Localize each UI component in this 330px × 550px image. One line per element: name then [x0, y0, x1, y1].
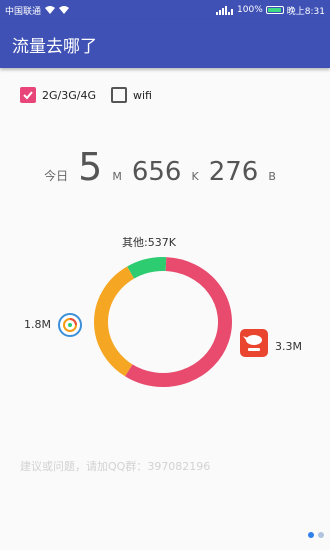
page-dot-active [308, 532, 314, 538]
battery-percent: 100% [237, 5, 263, 15]
donut-slice-0[interactable] [127, 257, 167, 279]
battery-icon [265, 6, 284, 14]
filter-wifi-label: wifi [133, 88, 152, 102]
today-b-unit: B [268, 170, 276, 183]
clock: 晚上8:31 [286, 6, 325, 17]
filter-wifi[interactable]: wifi [111, 87, 152, 103]
today-kb-value: 656 [131, 157, 182, 187]
slice-label-left: 1.8M [24, 318, 51, 331]
filter-mobile-data[interactable]: 2G/3G/4G [20, 87, 96, 103]
tencent-news-icon[interactable] [58, 313, 82, 337]
page-dot [318, 532, 324, 538]
red-app-icon[interactable] [240, 329, 268, 357]
app-bar: 流量去哪了 [0, 20, 330, 68]
slice-label-right: 3.3M [275, 340, 302, 353]
data-signal-icon [59, 6, 70, 14]
status-bar: 中国联通 100% 晚上8:31 [0, 0, 330, 20]
today-mb-value: 5 [78, 145, 103, 189]
app-title: 流量去哪了 [12, 36, 97, 57]
page-indicator [308, 532, 324, 538]
today-mb-unit: M [112, 170, 122, 183]
today-b-value: 276 [208, 157, 259, 187]
checkbox-checked-icon[interactable] [20, 87, 36, 103]
usage-donut-chart[interactable] [88, 252, 238, 392]
carrier-label: 中国联通 [5, 6, 42, 17]
feedback-text: 建议或问题，请加QQ群：397082196 [20, 460, 211, 473]
cell-signal-icon [216, 5, 234, 15]
today-kb-unit: K [191, 170, 199, 183]
donut-slice-1[interactable] [125, 257, 232, 387]
slice-label-other: 其他:537K [122, 236, 176, 249]
filter-mobile-label: 2G/3G/4G [42, 88, 96, 102]
donut-slice-2[interactable] [94, 266, 135, 377]
today-label: 今日 [44, 169, 69, 183]
checkbox-unchecked-icon[interactable] [111, 87, 127, 103]
wifi-signal-icon [45, 6, 56, 14]
today-usage: 今日 5 M 656 K 276 B [0, 145, 330, 189]
